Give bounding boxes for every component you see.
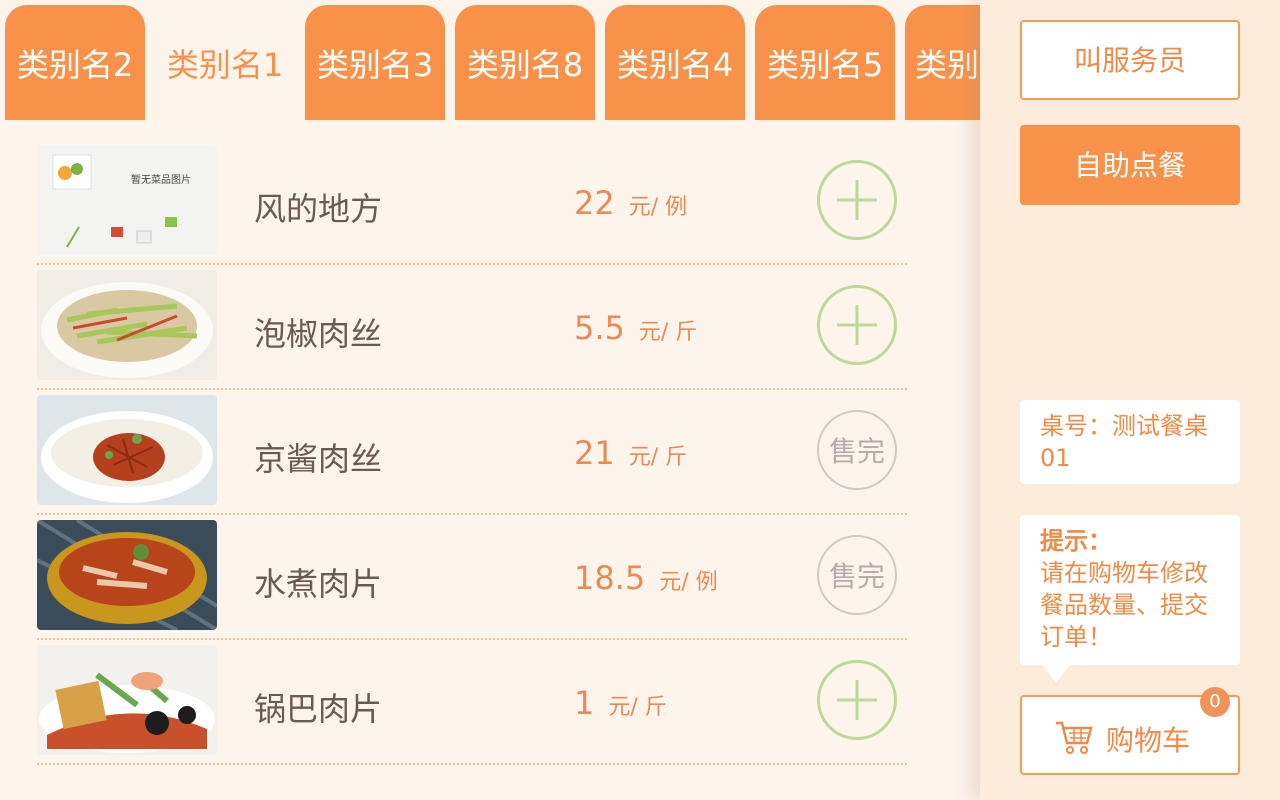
dish-image bbox=[37, 520, 217, 630]
dish-row: 京酱肉丝 21 元/ 斤 售完 bbox=[37, 390, 907, 515]
call-waiter-button[interactable]: 叫服务员 bbox=[1020, 20, 1240, 100]
price-unit: 元/ 例 bbox=[628, 195, 688, 220]
tab-category-2[interactable]: 类别名2 bbox=[5, 5, 145, 120]
cart-count-badge: 0 bbox=[1200, 687, 1230, 717]
cart-label: 购物车 bbox=[1106, 724, 1191, 757]
dish-name: 水煮肉片 bbox=[254, 565, 383, 603]
dish-name: 泡椒肉丝 bbox=[254, 315, 383, 353]
tip-title: 提示： bbox=[1040, 527, 1112, 555]
cart-icon bbox=[1056, 721, 1093, 754]
dish-price: 22 元/ 例 bbox=[574, 184, 687, 222]
tip-box: 提示： 请在购物车修改餐品数量、提交订单！ bbox=[1020, 515, 1240, 683]
tab-category-1[interactable]: 类别名1 bbox=[155, 5, 295, 120]
price-unit: 元/ 例 bbox=[659, 570, 718, 595]
tab-category-3[interactable]: 类别名3 bbox=[305, 5, 445, 120]
dish-row: 锅巴肉片 1 元/ 斤 bbox=[37, 640, 907, 765]
dish-name: 锅巴肉片 bbox=[254, 690, 383, 728]
dish-image bbox=[37, 645, 217, 755]
plus-icon bbox=[837, 680, 877, 720]
dish-name: 风的地方 bbox=[254, 190, 383, 228]
tab-category-5[interactable]: 类别名5 bbox=[755, 5, 895, 120]
price-value: 1 bbox=[574, 684, 595, 722]
price-unit: 元/ 斤 bbox=[628, 445, 688, 470]
no-image-caption: 暂无菜品图片 bbox=[131, 173, 191, 186]
tab-category-partial[interactable]: 类别 bbox=[905, 5, 980, 120]
dish-price: 21 元/ 斤 bbox=[574, 434, 687, 472]
dish-image-placeholder: 暂无菜品图片 bbox=[37, 145, 217, 255]
tab-category-8[interactable]: 类别名8 bbox=[455, 5, 595, 120]
price-unit: 元/ 斤 bbox=[608, 695, 667, 720]
table-info: 桌号：测试餐桌01 bbox=[1020, 400, 1240, 484]
plus-icon bbox=[837, 305, 877, 345]
dish-list: 暂无菜品图片 风的地方 22 元/ 例 泡椒肉丝 5.5 元/ 斤 京酱肉丝 2… bbox=[37, 140, 907, 765]
soldout-indicator: 售完 bbox=[817, 410, 897, 490]
price-value: 21 bbox=[574, 434, 615, 472]
price-value: 5.5 bbox=[574, 309, 625, 347]
dish-price: 18.5 元/ 例 bbox=[574, 559, 718, 597]
add-dish-button[interactable] bbox=[817, 660, 897, 740]
price-value: 18.5 bbox=[574, 559, 646, 597]
cart-button[interactable]: 购物车 0 bbox=[1020, 687, 1240, 775]
dish-price: 5.5 元/ 斤 bbox=[574, 309, 697, 347]
plus-icon bbox=[837, 180, 877, 220]
tip-pointer bbox=[1042, 665, 1070, 683]
add-dish-button[interactable] bbox=[817, 285, 897, 365]
sidebar: 叫服务员 自助点餐 桌号：测试餐桌01 提示： 请在购物车修改餐品数量、提交订单… bbox=[980, 0, 1280, 800]
price-value: 22 bbox=[574, 184, 615, 222]
table-number: 桌号：测试餐桌01 bbox=[1040, 412, 1208, 472]
tab-category-4[interactable]: 类别名4 bbox=[605, 5, 745, 120]
dish-image bbox=[37, 395, 217, 505]
add-dish-button[interactable] bbox=[817, 160, 897, 240]
category-tab-bar: 类别名2 类别名1 类别名3 类别名8 类别名4 类别名5 类别 bbox=[0, 0, 980, 120]
dish-row: 水煮肉片 18.5 元/ 例 售完 bbox=[37, 515, 907, 640]
tip-text: 请在购物车修改餐品数量、提交订单！ bbox=[1040, 559, 1208, 651]
dish-image bbox=[37, 270, 217, 380]
price-unit: 元/ 斤 bbox=[638, 320, 698, 345]
dish-name: 京酱肉丝 bbox=[254, 440, 383, 478]
soldout-indicator: 售完 bbox=[817, 535, 897, 615]
self-order-button[interactable]: 自助点餐 bbox=[1020, 125, 1240, 205]
dish-row: 泡椒肉丝 5.5 元/ 斤 bbox=[37, 265, 907, 390]
dish-row: 暂无菜品图片 风的地方 22 元/ 例 bbox=[37, 140, 907, 265]
dish-price: 1 元/ 斤 bbox=[574, 684, 667, 722]
